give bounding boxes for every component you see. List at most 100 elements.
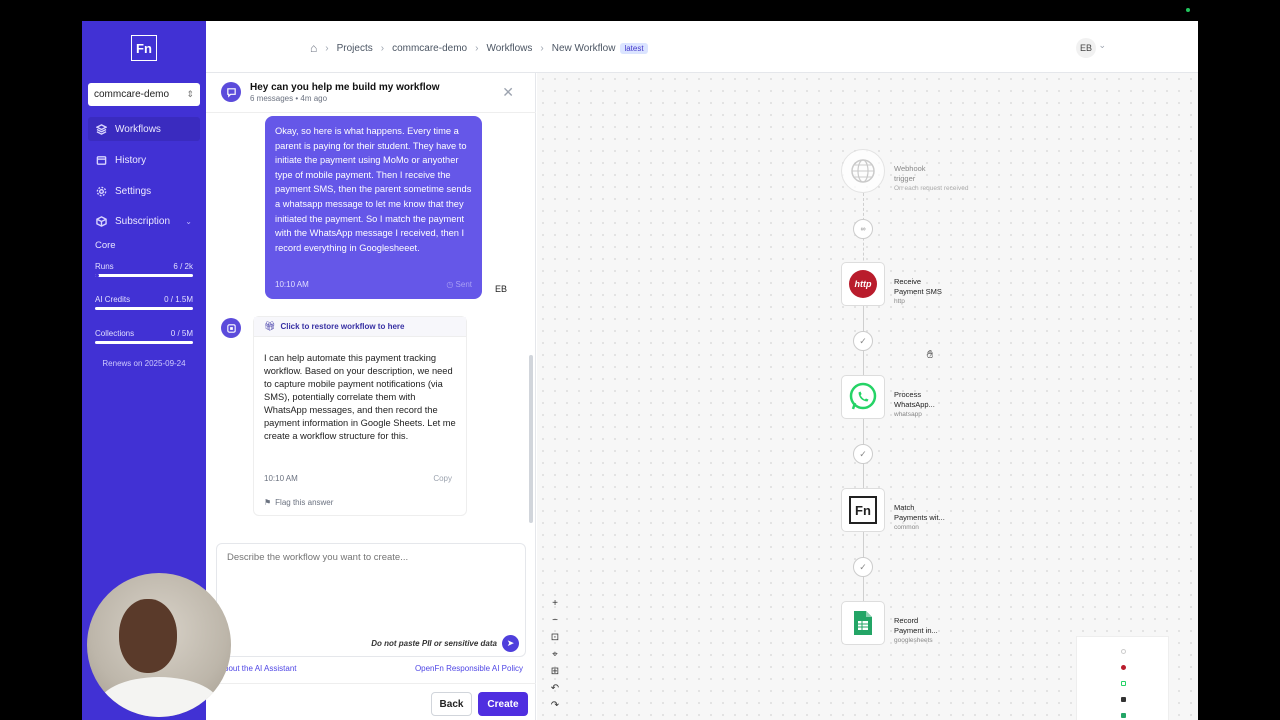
chevron-down-icon[interactable]: ⌄ [1098, 40, 1106, 51]
minimap[interactable] [1076, 636, 1169, 720]
sidebar-item-label: Workflows [115, 123, 161, 135]
usage-runs: Runs 6 / 2k [95, 262, 193, 277]
node-label: Match Payments wit... common [894, 503, 945, 533]
node-subtitle: http [894, 298, 905, 305]
flag-answer-button[interactable]: ⚑ Flag this answer [264, 498, 333, 507]
workflow-canvas[interactable]: ∞ ✓ ✓ ✓ Webhook trigger On each request … [537, 73, 1198, 720]
check-icon[interactable]: ✓ [853, 331, 873, 351]
workflow-node-receive-sms[interactable]: http [841, 262, 885, 306]
redo-button[interactable]: ↷ [546, 698, 564, 713]
chevron-down-icon: ⌄ [185, 216, 192, 226]
send-button[interactable]: ➤ [502, 635, 519, 652]
chat-actions: Back Create [206, 683, 536, 720]
sidebar-item-settings[interactable]: Settings [88, 179, 200, 203]
breadcrumb-project[interactable]: commcare-demo [392, 43, 467, 54]
copy-button[interactable]: Copy [433, 474, 452, 483]
undo-button[interactable]: ↶ [546, 681, 564, 696]
pii-notice: Do not paste PII or sensitive data [371, 639, 497, 648]
breadcrumb-separator: › [380, 42, 385, 54]
globe-icon [851, 159, 875, 183]
breadcrumb-workflows[interactable]: Workflows [486, 43, 532, 54]
link-icon[interactable]: ∞ [853, 219, 873, 239]
app-window: Fn commcare-demo ⇕ Workflows History Set… [82, 21, 1198, 720]
sidebar-item-workflows[interactable]: Workflows [88, 117, 200, 141]
canvas-controls: + − ⊡ ⌖ ⊞ ↶ ↷ [546, 596, 564, 713]
workflow-node-whatsapp[interactable] [841, 375, 885, 419]
webcam-overlay [87, 573, 231, 717]
user-avatar[interactable]: EB [1076, 38, 1096, 58]
node-label: Webhook trigger On each request received [894, 164, 968, 194]
minimap-node [1121, 713, 1126, 718]
zoom-out-button[interactable]: − [546, 613, 564, 628]
breadcrumb-projects[interactable]: Projects [337, 43, 373, 54]
back-button[interactable]: Back [431, 692, 472, 716]
restore-workflow-button[interactable]: 🎁︎ Click to restore workflow to here [254, 317, 466, 337]
hand-cursor-icon: ✋︎ [927, 349, 934, 361]
node-title: trigger [894, 174, 916, 183]
minimap-node [1121, 649, 1126, 654]
chat-header: Hey can you help me build my workflow 6 … [206, 73, 536, 113]
layers-icon [96, 123, 107, 135]
responsible-ai-policy-link[interactable]: OpenFn Responsible AI Policy [415, 664, 523, 673]
sidebar-item-label: History [115, 154, 147, 166]
breadcrumb-separator: › [540, 42, 544, 54]
node-subtitle: whatsapp [894, 411, 922, 418]
user-message-text: Okay, so here is what happens. Every tim… [275, 126, 472, 253]
http-icon: http [849, 270, 877, 298]
node-label: Record Payment in... googlesheets [894, 616, 938, 646]
fit-view-button[interactable]: ⊡ [546, 630, 564, 645]
flag-answer-label: Flag this answer [275, 498, 334, 507]
workflow-node-record[interactable] [841, 601, 885, 645]
sidebar-item-history[interactable]: History [88, 148, 200, 172]
whatsapp-icon [849, 382, 877, 410]
minimap-node [1121, 697, 1126, 702]
breadcrumb-separator: › [475, 42, 479, 54]
workflow-node-webhook[interactable] [841, 149, 885, 193]
usage-bar [95, 307, 193, 310]
usage-bar-fill [95, 274, 99, 277]
node-subtitle: googlesheets [894, 637, 933, 644]
node-subtitle: common [894, 524, 919, 531]
workflow-node-match[interactable]: Fn [841, 488, 885, 532]
http-icon-text: http [854, 279, 872, 289]
layout-button[interactable]: ⊞ [546, 664, 564, 679]
close-icon[interactable]: ✕ [502, 84, 514, 101]
home-icon[interactable]: ⌂ [310, 41, 317, 55]
message-time: 10:10 AM [264, 474, 298, 483]
breadcrumb: ⌂ › Projects › commcare-demo › Workflows… [310, 41, 648, 55]
lock-button[interactable]: ⌖ [546, 647, 564, 662]
sidebar-item-subscription[interactable]: Subscription ⌄ [88, 209, 200, 233]
zoom-in-button[interactable]: + [546, 596, 564, 611]
assistant-icon [221, 318, 241, 338]
chat-input[interactable] [217, 544, 525, 624]
usage-bar [95, 274, 193, 277]
chat-scrollbar[interactable] [529, 355, 533, 523]
message-time: 10:10 AM [275, 280, 309, 290]
breadcrumb-separator: › [325, 42, 329, 54]
create-button[interactable]: Create [478, 692, 528, 716]
message-status: ◷ Sent [446, 280, 472, 290]
node-title: WhatsApp... [894, 400, 935, 409]
node-title: Receive [894, 277, 922, 286]
user-message: Okay, so here is what happens. Every tim… [265, 116, 482, 299]
check-icon[interactable]: ✓ [853, 557, 873, 577]
top-header: ⌂ › Projects › commcare-demo › Workflows… [206, 21, 1198, 73]
node-title: Webhook [894, 164, 926, 173]
project-select[interactable]: commcare-demo ⇕ [88, 83, 200, 106]
box-icon [96, 215, 107, 227]
webcam-person-shirt [97, 677, 221, 717]
sheets-icon [854, 611, 872, 635]
chat-meta: 6 messages • 4m ago [250, 94, 328, 103]
check-icon[interactable]: ✓ [853, 444, 873, 464]
usage-label: Collections [95, 329, 135, 338]
node-title: Record [894, 616, 919, 625]
breadcrumb-current: New Workflow [551, 42, 616, 54]
usage-value: 6 / 2k [173, 262, 193, 271]
node-title: Payment in... [894, 626, 938, 635]
about-ai-assistant-link[interactable]: bout the AI Assistant [224, 664, 297, 673]
openfn-logo: Fn [131, 35, 157, 61]
version-badge: latest [620, 42, 648, 54]
node-title: Match [894, 503, 915, 512]
restore-workflow-label: Click to restore workflow to here [280, 322, 405, 331]
node-title: Process [894, 390, 922, 399]
